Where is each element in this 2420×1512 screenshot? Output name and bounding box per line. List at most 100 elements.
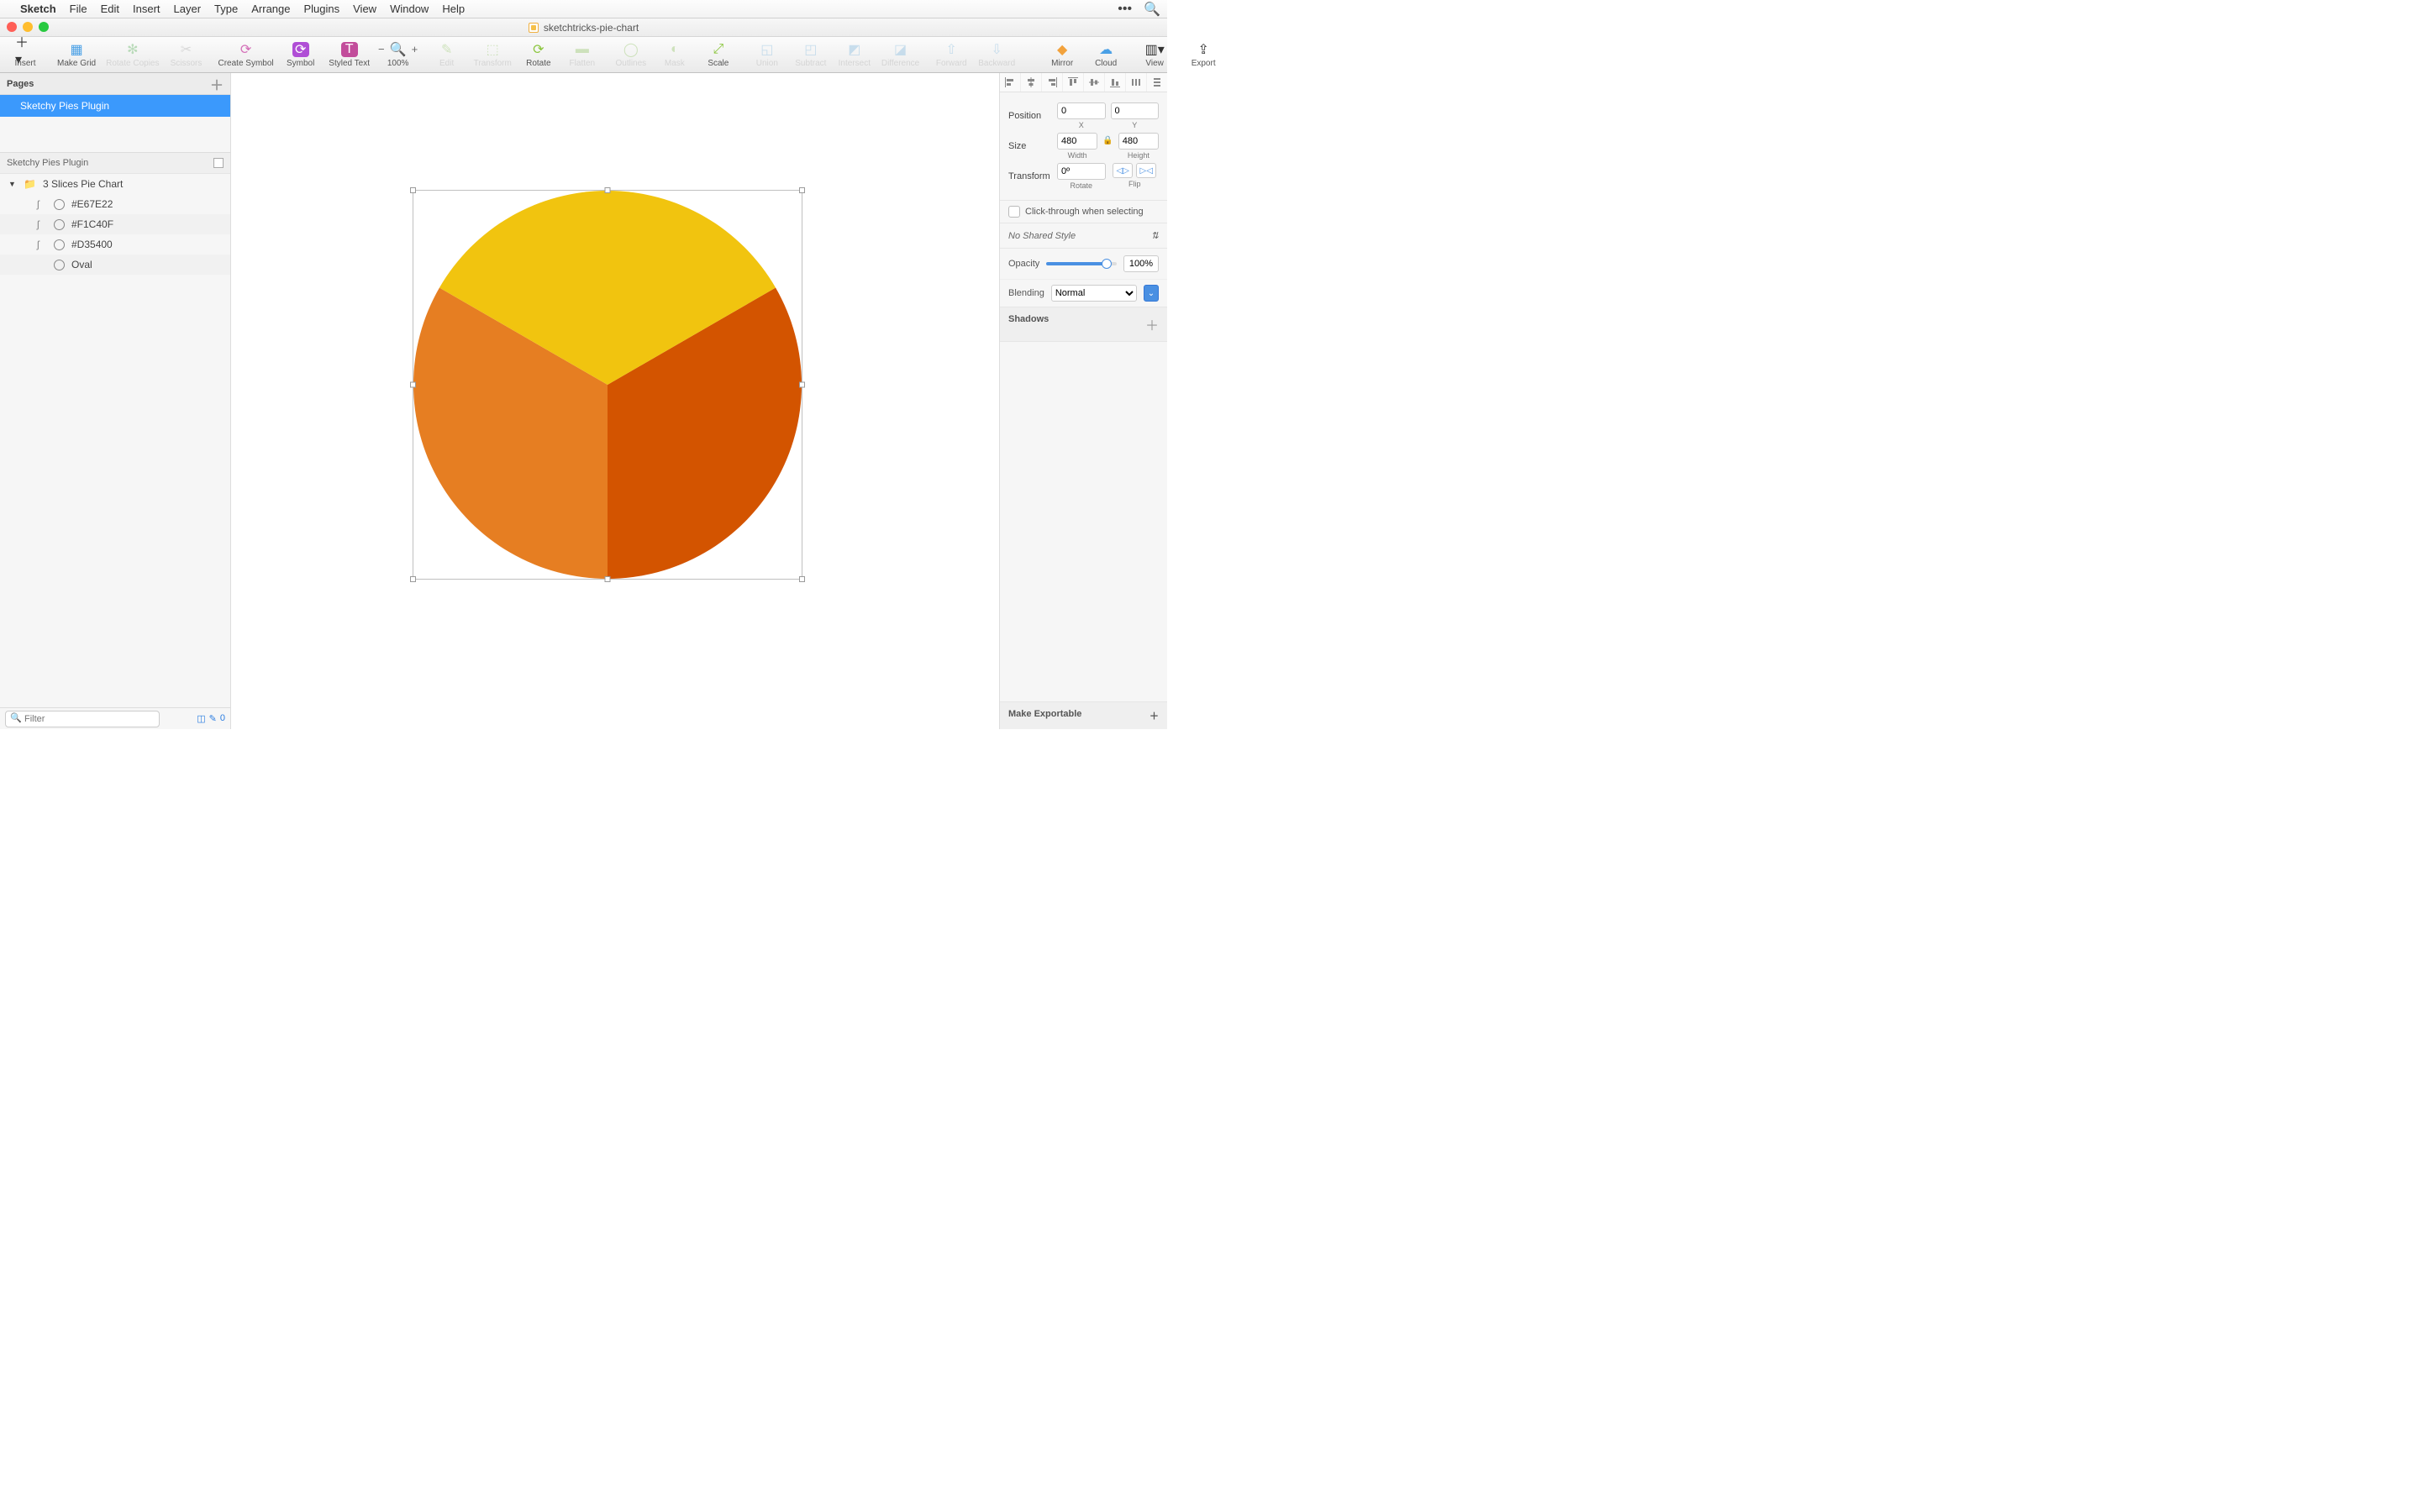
shared-style-dropdown[interactable]: No Shared Style⇅ (1000, 223, 1167, 249)
type-menu[interactable]: Type (214, 3, 238, 15)
align-hcenter-button[interactable] (1021, 73, 1042, 92)
page-item[interactable]: Sketchy Pies Plugin (0, 95, 230, 117)
layer-row[interactable]: ʃ #E67E22 (0, 194, 230, 214)
filter-input[interactable] (5, 711, 160, 727)
align-top-button[interactable] (1063, 73, 1084, 92)
opacity-slider[interactable] (1046, 262, 1117, 265)
position-y-input[interactable] (1111, 102, 1160, 119)
resize-handle[interactable] (410, 187, 416, 193)
shape-icon: ʃ (37, 198, 47, 210)
window-close-button[interactable] (7, 22, 17, 32)
mirror-button[interactable]: ◆Mirror (1045, 42, 1079, 68)
edit-menu[interactable]: Edit (101, 3, 119, 15)
edit-button[interactable]: ✎Edit (430, 42, 464, 68)
blending-caret-icon[interactable]: ⌄ (1144, 285, 1159, 302)
mask-button[interactable]: ◐Mask (658, 42, 692, 68)
collapse-icon[interactable] (213, 158, 224, 168)
scissors-button[interactable]: ✂Scissors (170, 42, 203, 68)
pie-chart[interactable] (413, 191, 802, 579)
outlines-button[interactable]: ◯Outlines (614, 42, 648, 68)
distribute-v-button[interactable] (1147, 73, 1167, 92)
resize-handle[interactable] (410, 382, 416, 388)
align-right-button[interactable] (1042, 73, 1063, 92)
export-button[interactable]: ⇪Export (1186, 42, 1220, 68)
file-menu[interactable]: File (70, 3, 87, 15)
view-menu[interactable]: View (353, 3, 376, 15)
subtract-button[interactable]: ◰Subtract (794, 42, 828, 68)
align-left-button[interactable] (1000, 73, 1021, 92)
circle-icon (54, 239, 65, 250)
window-menu[interactable]: Window (390, 3, 429, 15)
forward-button[interactable]: ⇧Forward (934, 42, 968, 68)
styled-text-button[interactable]: TStyled Text (333, 42, 366, 68)
layer-row-group[interactable]: ▼ 📁 3 Slices Pie Chart (0, 174, 230, 194)
zoom-control[interactable]: −🔍+ 100% (381, 42, 415, 68)
distribute-h-button[interactable] (1126, 73, 1147, 92)
export-filter-icon[interactable]: ✎ (209, 713, 217, 724)
plugins-menu[interactable]: Plugins (303, 3, 339, 15)
clickthrough-checkbox[interactable] (1008, 206, 1020, 218)
lock-aspect-icon[interactable]: 🔒 (1102, 136, 1113, 145)
layer-row[interactable]: ʃ #F1C40F (0, 214, 230, 234)
insert-menu[interactable]: Insert (133, 3, 160, 15)
resize-handle[interactable] (799, 576, 805, 582)
add-shadow-button[interactable]: ＋ (1145, 314, 1159, 334)
layer-menu[interactable]: Layer (174, 3, 202, 15)
view-button[interactable]: ▥▾View (1138, 42, 1171, 68)
canvas[interactable] (231, 73, 999, 729)
resize-handle[interactable] (605, 576, 611, 582)
width-input[interactable] (1057, 133, 1097, 150)
insert-button[interactable]: ＋▾Insert (8, 42, 42, 68)
difference-button[interactable]: ◪Difference (881, 42, 919, 68)
layer-row[interactable]: Oval (0, 255, 230, 275)
selection-bounds[interactable] (413, 190, 802, 580)
window-titlebar: sketchtricks-pie-chart (0, 18, 1167, 37)
transform-button[interactable]: ⬚Transform (474, 42, 512, 68)
rotate-copies-button[interactable]: ✻Rotate Copies (106, 42, 159, 68)
document-icon (529, 23, 539, 33)
window-minimize-button[interactable] (23, 22, 33, 32)
spotlight-search-icon[interactable]: 🔍 (1144, 1, 1160, 18)
flatten-button[interactable]: ▬Flatten (566, 42, 599, 68)
flip-horizontal-button[interactable]: ◁▷ (1113, 163, 1133, 178)
align-bottom-button[interactable] (1105, 73, 1126, 92)
add-page-button[interactable]: ＋ (210, 74, 224, 94)
align-vcenter-button[interactable] (1084, 73, 1105, 92)
resize-handle[interactable] (799, 187, 805, 193)
window-zoom-button[interactable] (39, 22, 49, 32)
slice-filter-icon[interactable]: ◫ (197, 713, 205, 724)
intersect-button[interactable]: ◩Intersect (838, 42, 871, 68)
rotate-input[interactable] (1057, 163, 1106, 180)
height-input[interactable] (1118, 133, 1159, 150)
opacity-input[interactable] (1123, 255, 1159, 272)
app-menu[interactable]: Sketch (20, 3, 56, 15)
rotate-button[interactable]: ⟳Rotate (522, 42, 555, 68)
arrange-menu[interactable]: Arrange (251, 3, 290, 15)
scale-button[interactable]: ⤢Scale (702, 42, 735, 68)
filter-count: 0 (220, 713, 225, 724)
overflow-icon[interactable]: ••• (1118, 2, 1132, 17)
make-grid-button[interactable]: ▦Make Grid (57, 42, 96, 68)
backward-button[interactable]: ⇩Backward (978, 42, 1015, 68)
document-title: sketchtricks-pie-chart (544, 22, 639, 34)
make-exportable-section[interactable]: Make Exportable ＋ (1000, 701, 1167, 729)
folder-icon: 📁 (24, 178, 36, 190)
blending-select[interactable]: Normal (1051, 285, 1137, 302)
position-x-input[interactable] (1057, 102, 1106, 119)
flip-vertical-button[interactable]: ▷◁ (1136, 163, 1156, 178)
help-menu[interactable]: Help (442, 3, 465, 15)
create-symbol-button[interactable]: ⟳Create Symbol (218, 42, 274, 68)
cloud-button[interactable]: ☁Cloud (1089, 42, 1123, 68)
shape-icon: ʃ (37, 218, 47, 230)
main-toolbar: ＋▾Insert ▦Make Grid ✻Rotate Copies ✂Scis… (0, 37, 1167, 73)
transform-label: Transform (1008, 171, 1052, 181)
resize-handle[interactable] (799, 382, 805, 388)
size-label: Size (1008, 141, 1052, 151)
symbol-button[interactable]: ⟳Symbol (284, 42, 318, 68)
add-export-button[interactable]: ＋ (1150, 709, 1159, 722)
resize-handle[interactable] (410, 576, 416, 582)
union-button[interactable]: ◱Union (750, 42, 784, 68)
layer-row[interactable]: ʃ #D35400 (0, 234, 230, 255)
resize-handle[interactable] (605, 187, 611, 193)
circle-icon (54, 219, 65, 230)
